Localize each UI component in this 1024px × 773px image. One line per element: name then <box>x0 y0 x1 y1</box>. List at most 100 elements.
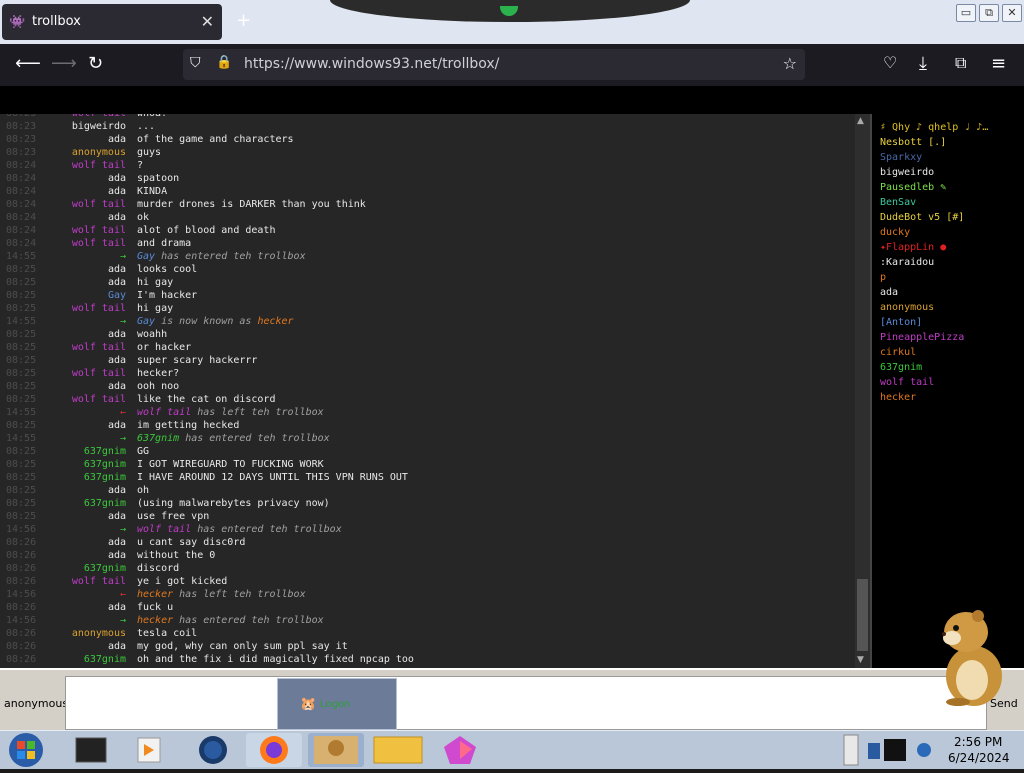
user-list-item[interactable]: :Karaidou <box>880 257 934 268</box>
system-message-nick[interactable]: Gay <box>137 316 155 327</box>
message-nick[interactable]: ada <box>108 134 126 145</box>
message-nick[interactable]: ada <box>108 602 126 613</box>
back-arrow-icon[interactable]: ⟵ <box>15 53 41 74</box>
start-button-windows-icon[interactable] <box>6 731 46 769</box>
nickname-label[interactable]: anonymous <box>4 697 68 710</box>
message-nick[interactable]: ada <box>108 264 126 275</box>
user-list-item[interactable]: wolf tail <box>880 377 934 388</box>
message-nick[interactable]: wolf tail <box>72 238 126 249</box>
message-nick[interactable]: ada <box>108 485 126 496</box>
message-nick[interactable]: ada <box>108 277 126 288</box>
tab-close-icon[interactable]: ✕ <box>201 12 214 31</box>
download-icon[interactable]: ⤓ <box>919 53 927 74</box>
user-list-item[interactable]: bigweirdo <box>880 167 934 178</box>
taskbar-terminal-icon[interactable] <box>64 733 120 767</box>
user-list-item[interactable]: Pausedleb ✎ <box>880 182 946 193</box>
logon-popup[interactable]: 🐹 Logon <box>277 678 397 730</box>
scroll-up-icon[interactable]: ▲ <box>857 116 864 126</box>
user-list-item[interactable]: cirkul <box>880 347 916 358</box>
message-nick[interactable]: ada <box>108 537 126 548</box>
chat-scrollbar[interactable]: ▲ ▼ <box>855 114 870 668</box>
scroll-down-icon[interactable]: ▼ <box>857 655 864 665</box>
message-nick[interactable]: ada <box>108 186 126 197</box>
shield-icon[interactable]: ⛉ <box>190 55 201 71</box>
clock-date[interactable]: 6/24/2024 <box>948 751 1010 765</box>
message-nick[interactable]: 637gnim <box>84 563 126 574</box>
user-list-item[interactable]: ducky <box>880 227 910 238</box>
user-list-item[interactable]: [Anton] <box>880 317 922 328</box>
user-list-item[interactable]: hecker <box>880 392 916 403</box>
message-nick[interactable]: 637gnim <box>84 459 126 470</box>
message-nick[interactable]: wolf tail <box>72 303 126 314</box>
user-list-item[interactable]: anonymous <box>880 302 934 313</box>
message-nick[interactable]: ada <box>108 212 126 223</box>
taskbar-folder-icon[interactable] <box>370 733 426 767</box>
user-list-item[interactable]: Nesbott [.] <box>880 137 946 148</box>
user-list-item[interactable]: ♯ Qhy ♪ qhelp ♩ ♪… <box>880 122 988 133</box>
taskbar-media-player-icon[interactable] <box>124 733 180 767</box>
system-message-nick[interactable]: wolf tail <box>137 524 191 535</box>
message-nick[interactable]: 637gnim <box>84 654 126 665</box>
minimize-button[interactable]: ▭ <box>956 4 976 22</box>
message-nick[interactable]: ada <box>108 511 126 522</box>
chat-message-row: 08:25 637gnim I HAVE AROUND 12 DAYS UNTIL … <box>0 472 855 485</box>
message-nick[interactable]: ada <box>108 550 126 561</box>
close-window-button[interactable]: ✕ <box>1002 4 1022 22</box>
user-list-item[interactable]: BenSav <box>880 197 916 208</box>
user-list-item[interactable]: DudeBot v5 [#] <box>880 212 964 223</box>
extensions-icon[interactable]: ⧉ <box>955 53 966 73</box>
message-nick[interactable]: wolf tail <box>72 394 126 405</box>
taskbar-globe-icon[interactable] <box>186 733 242 767</box>
system-message-nick[interactable]: 637gnim <box>137 433 179 444</box>
message-nick[interactable]: ada <box>108 381 126 392</box>
message-nick[interactable]: ada <box>108 420 126 431</box>
system-message-nick[interactable]: hecker <box>137 615 173 626</box>
message-nick[interactable]: wolf tail <box>72 225 126 236</box>
message-nick[interactable]: wolf tail <box>72 114 126 119</box>
forward-arrow-icon[interactable]: ⟶ <box>51 53 77 74</box>
maximize-button[interactable]: ⧉ <box>979 4 999 22</box>
message-nick[interactable]: 637gnim <box>84 446 126 457</box>
bookmark-star-icon[interactable]: ☆ <box>783 54 797 73</box>
message-nick[interactable]: bigweirdo <box>72 121 126 132</box>
system-message-nick[interactable]: Gay <box>137 251 155 262</box>
message-nick[interactable]: ada <box>108 355 126 366</box>
tray-icons[interactable] <box>840 731 940 769</box>
system-message-new-nick[interactable]: hecker <box>257 316 293 327</box>
message-nick[interactable]: wolf tail <box>72 160 126 171</box>
taskbar-trollbox-icon[interactable] <box>308 733 364 767</box>
tab-trollbox[interactable]: 👾 trollbox ✕ <box>2 4 222 40</box>
message-nick[interactable]: 637gnim <box>84 498 126 509</box>
message-nick[interactable]: ada <box>108 641 126 652</box>
message-nick[interactable]: anonymous <box>72 628 126 639</box>
message-nick[interactable]: ada <box>108 173 126 184</box>
reload-icon[interactable]: ↻ <box>88 53 103 74</box>
message-nick[interactable]: wolf tail <box>72 368 126 379</box>
user-list-item[interactable]: 637gnim <box>880 362 922 373</box>
user-list-item[interactable]: ✦FlappLin ● <box>880 242 946 253</box>
message-nick[interactable]: wolf tail <box>72 342 126 353</box>
message-nick[interactable]: wolf tail <box>72 576 126 587</box>
message-nick[interactable]: 637gnim <box>84 472 126 483</box>
message-nick[interactable]: ada <box>108 329 126 340</box>
user-list-item[interactable]: PineapplePizza <box>880 332 964 343</box>
lock-icon[interactable]: 🔒 <box>216 55 232 70</box>
new-tab-button[interactable]: + <box>236 10 251 31</box>
url-text[interactable]: https://www.windows93.net/trollbox/ <box>244 56 499 72</box>
taskbar-app-icon[interactable] <box>432 733 488 767</box>
scrollbar-thumb[interactable] <box>857 579 868 651</box>
message-nick[interactable]: Gay <box>108 290 126 301</box>
message-nick[interactable]: wolf tail <box>72 199 126 210</box>
message-input[interactable] <box>65 676 987 730</box>
menu-icon[interactable]: ≡ <box>991 53 1006 74</box>
url-bar[interactable]: ⛉ 🔒 https://www.windows93.net/trollbox/ … <box>183 49 805 80</box>
system-message-nick[interactable]: hecker <box>137 589 173 600</box>
pocket-icon[interactable]: ♡ <box>883 53 897 72</box>
taskbar-firefox-icon[interactable] <box>246 733 302 767</box>
clock-time[interactable]: 2:56 PM <box>954 735 1002 749</box>
user-list-item[interactable]: ada <box>880 287 898 298</box>
user-list-item[interactable]: p <box>880 272 886 283</box>
user-list-item[interactable]: Sparkxy <box>880 152 922 163</box>
system-message-nick[interactable]: wolf tail <box>137 407 191 418</box>
message-nick[interactable]: anonymous <box>72 147 126 158</box>
